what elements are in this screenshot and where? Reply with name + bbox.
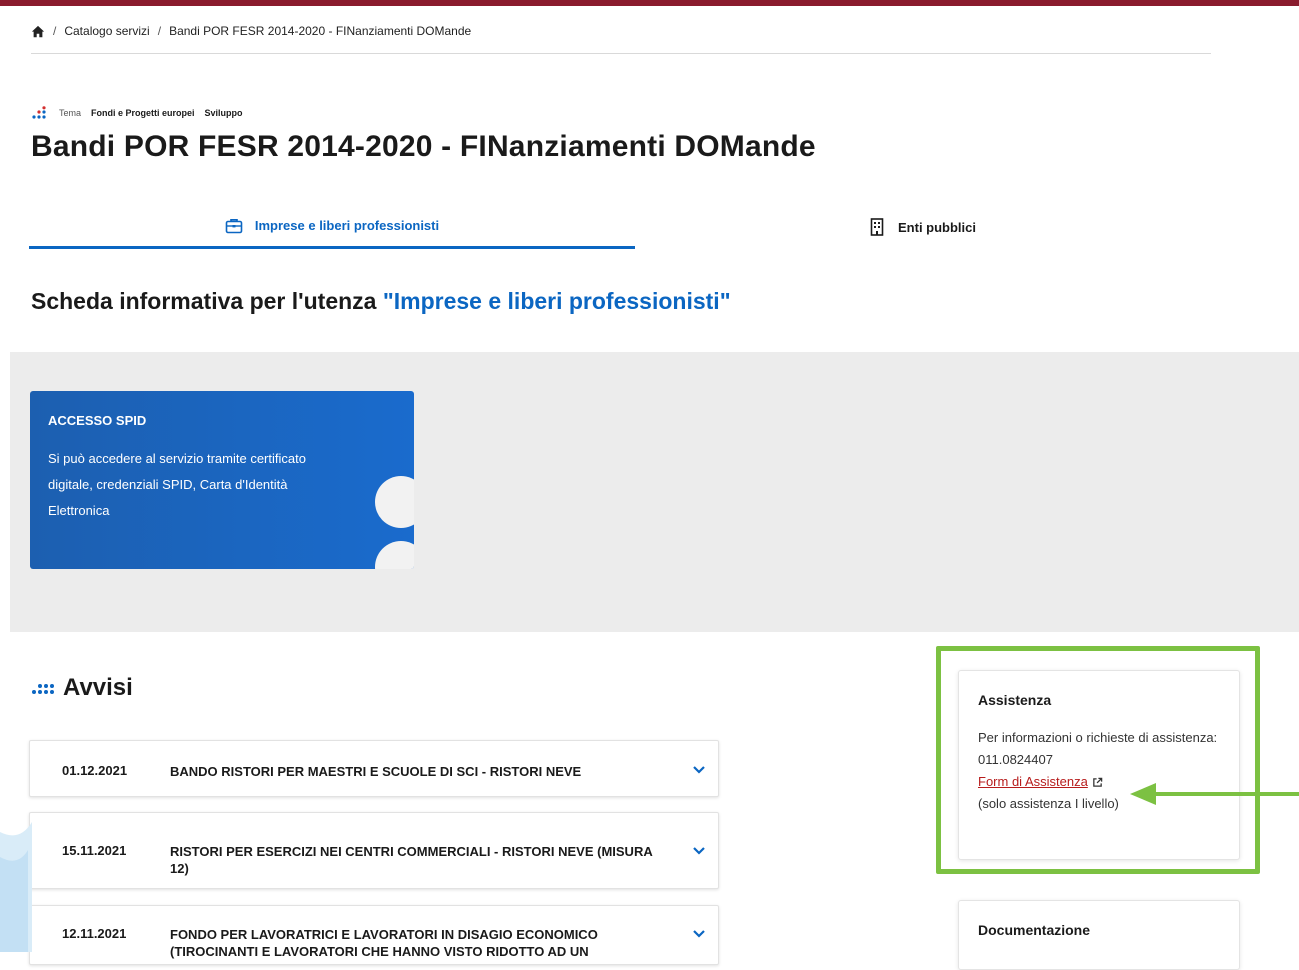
spid-card-text: Si può accedere al servizio tramite cert… [48, 451, 306, 518]
breadcrumb-item-catalogo[interactable]: Catalogo servizi [64, 24, 149, 38]
chevron-down-icon[interactable] [692, 765, 706, 775]
chevron-down-icon[interactable] [692, 846, 706, 856]
avviso-item[interactable]: 01.12.2021 BANDO RISTORI PER MAESTRI E S… [29, 740, 719, 797]
avviso-item[interactable]: 12.11.2021 FONDO PER LAVORATRICI E LAVOR… [29, 905, 719, 965]
theme-prefix: Tema [59, 108, 82, 118]
avvisi-title: Avvisi [63, 674, 133, 701]
highlight-box [936, 646, 1260, 874]
decorative-shape [0, 822, 32, 952]
building-icon [870, 218, 884, 236]
theme-row: Tema Fondi e Progetti europei Sviluppo [31, 106, 243, 120]
avviso-date: 15.11.2021 [62, 843, 127, 858]
avviso-title: BANDO RISTORI PER MAESTRI E SCUOLE DI SC… [170, 764, 582, 779]
tab-imprese[interactable]: Imprese e liberi professionisti [29, 205, 635, 249]
avviso-item[interactable]: 15.11.2021 RISTORI PER ESERCIZI NEI CENT… [29, 812, 719, 889]
avviso-title: FONDO PER LAVORATRICI E LAVORATORI IN DI… [170, 927, 598, 959]
theme-tag-sviluppo[interactable]: Sviluppo [205, 108, 243, 118]
breadcrumb-separator: / [53, 24, 57, 38]
user-type-tabs: Imprese e liberi professionisti Enti pub… [29, 205, 1209, 249]
tab-imprese-label: Imprese e liberi professionisti [254, 218, 440, 233]
spid-access-card[interactable]: ACCESSO SPID Si può accedere al servizio… [30, 391, 414, 569]
annotation-arrow-icon [1130, 783, 1299, 805]
avvisi-dots-icon [32, 684, 54, 694]
chevron-down-icon[interactable] [692, 929, 706, 939]
section-title: Scheda informativa per l'utenza "Imprese… [31, 288, 731, 315]
decorative-circle [375, 541, 414, 569]
documentazione-card: Documentazione [958, 900, 1240, 970]
page-title: Bandi POR FESR 2014-2020 - FINanziamenti… [31, 130, 816, 163]
breadcrumb: / Catalogo servizi / Bandi POR FESR 2014… [31, 24, 1211, 54]
tab-enti-pubblici[interactable]: Enti pubblici [635, 205, 1209, 249]
section-title-prefix: Scheda informativa per l'utenza [31, 288, 383, 314]
home-icon[interactable] [31, 25, 45, 39]
avviso-date: 12.11.2021 [62, 926, 127, 941]
tab-enti-label: Enti pubblici [898, 219, 976, 235]
top-accent-bar [0, 0, 1299, 6]
theme-tag-fondi[interactable]: Fondi e Progetti europei [91, 108, 195, 118]
section-title-highlight: "Imprese e liberi professionisti" [382, 288, 731, 314]
breadcrumb-separator: / [157, 24, 162, 38]
avviso-date: 01.12.2021 [62, 763, 128, 778]
breadcrumb-item-current: Bandi POR FESR 2014-2020 - FINanziamenti… [169, 24, 472, 38]
decorative-circle [375, 476, 414, 528]
briefcase-icon [225, 218, 243, 233]
spid-card-title: ACCESSO SPID [48, 413, 147, 428]
documentazione-title: Documentazione [978, 922, 1091, 938]
theme-dots-icon [32, 106, 46, 119]
avviso-title: RISTORI PER ESERCIZI NEI CENTRI COMMERCI… [170, 844, 653, 876]
avvisi-heading: Avvisi [31, 674, 133, 702]
